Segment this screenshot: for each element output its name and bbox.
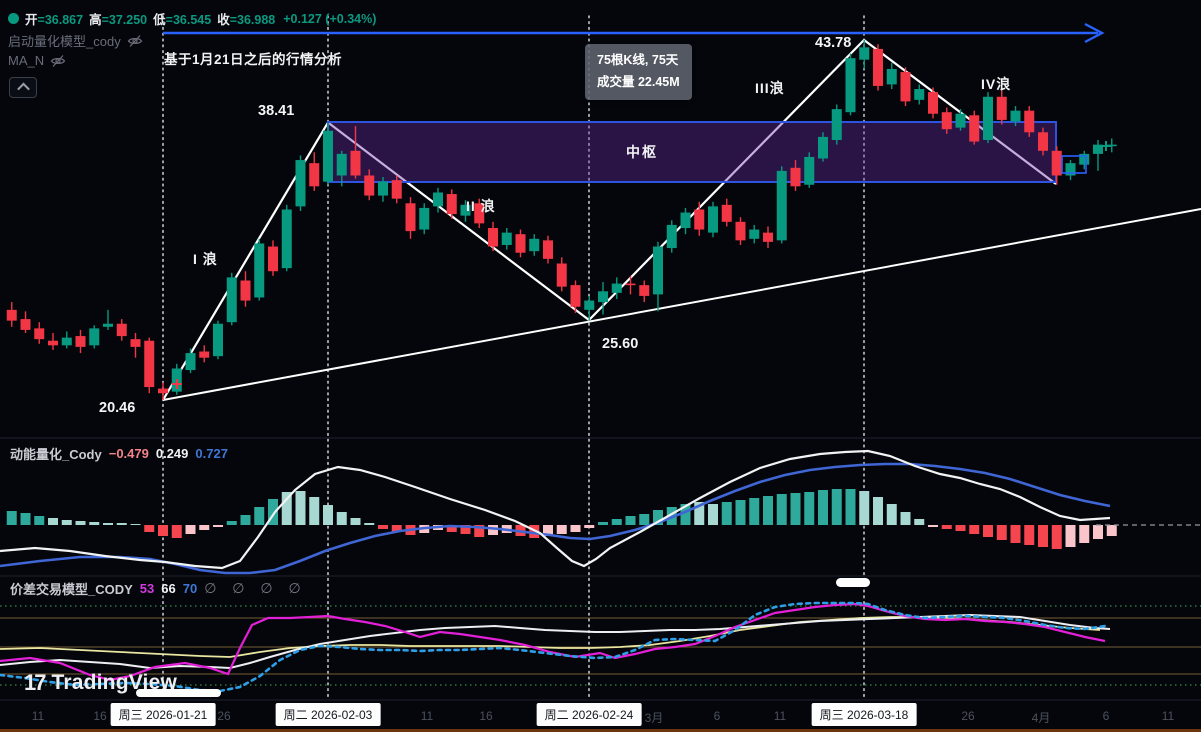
analysis-note[interactable]: 基于1月21日之后的行情分析	[164, 48, 342, 68]
ohlc-row: 开=36.867 高=37.250 低=36.545 收=36.988 +0.1…	[8, 9, 376, 28]
chart-canvas[interactable]	[0, 0, 1201, 732]
indicator-startup-model-label: 启动量化模型_cody	[8, 31, 121, 50]
time-tick-label: 26	[961, 709, 974, 723]
visibility-off-icon[interactable]	[50, 54, 66, 68]
momentum-title: 动能量化_Cody	[10, 444, 102, 463]
price-label-38-41: 38.41	[258, 103, 294, 119]
time-tick-label: 16	[93, 709, 106, 723]
low-value: =36.545	[166, 13, 212, 27]
momentum-value-3: 0.727	[195, 446, 228, 461]
low-label: 低	[153, 13, 166, 27]
tradingview-logo-icon: 17	[24, 670, 44, 696]
momentum-value-1: −0.479	[109, 446, 149, 461]
price-label-43-78: 43.78	[815, 35, 851, 51]
change-value: +0.127 (+0.34%)	[283, 12, 376, 26]
spread-value-1: 53	[140, 581, 154, 596]
time-tick-label: 16	[479, 709, 492, 723]
candlestick-series	[7, 40, 1117, 400]
spread-value-3: 70	[183, 581, 197, 596]
indicator-row-startup-model[interactable]: 启动量化模型_cody	[8, 31, 143, 50]
session-date-box: 周二 2026-02-03	[276, 703, 381, 726]
tradingview-chart-window: 开=36.867 高=37.250 低=36.545 收=36.988 +0.1…	[0, 0, 1201, 732]
time-tick-label: 3月	[645, 709, 664, 726]
momentum-value-2: 0.249	[156, 446, 189, 461]
price-label-20-46: 20.46	[99, 400, 135, 416]
pivot-zone-label[interactable]: 中枢	[626, 142, 658, 162]
drawing-handle-pill[interactable]	[136, 689, 221, 697]
measure-tooltip-line2: 成交量 22.45M	[597, 72, 680, 94]
open-label: 开	[25, 13, 38, 27]
spread-empty-values: ∅ ∅ ∅ ∅	[204, 580, 306, 597]
spread-title: 价差交易模型_CODY	[10, 579, 133, 598]
momentum-pane-legend[interactable]: 动能量化_Cody −0.479 0.249 0.727	[10, 444, 228, 463]
time-tick-label: 11	[1162, 709, 1174, 723]
price-label-25-60: 25.60	[602, 336, 638, 352]
momentum-lines	[0, 451, 1110, 573]
high-label: 高	[89, 13, 102, 27]
time-tick-label: 4月	[1032, 709, 1051, 726]
symbol-legend: 开=36.867 高=37.250 低=36.545 收=36.988 +0.1…	[8, 9, 376, 28]
close-value: =36.988	[230, 13, 276, 27]
indicator-row-ma-n[interactable]: MA_N	[8, 53, 66, 68]
spread-value-2: 66	[161, 581, 175, 596]
session-date-box: 周三 2026-01-21	[111, 703, 216, 726]
time-tick-label: 11	[32, 709, 44, 723]
spread-pane-legend[interactable]: 价差交易模型_CODY 53 66 70 ∅ ∅ ∅ ∅	[10, 579, 307, 598]
symbol-status-dot	[8, 13, 19, 24]
wave-3-label[interactable]: III浪	[755, 78, 785, 98]
high-value: =37.250	[102, 13, 148, 27]
measure-tooltip: 75根K线, 75天 成交量 22.45M	[585, 44, 692, 100]
wave-4-label[interactable]: IV浪	[981, 74, 1011, 94]
measure-tooltip-line1: 75根K线, 75天	[597, 50, 680, 72]
session-date-box: 周二 2026-02-24	[537, 703, 642, 726]
time-tick-label: 6	[714, 709, 721, 723]
wave-2-label[interactable]: II 浪	[466, 196, 496, 216]
wave-1-label[interactable]: I 浪	[193, 249, 218, 269]
chevron-up-icon	[17, 83, 30, 96]
open-value: =36.867	[38, 13, 84, 27]
visibility-off-icon[interactable]	[127, 34, 143, 48]
indicator-ma-n-label: MA_N	[8, 53, 44, 68]
collapse-legend-button[interactable]	[9, 77, 37, 98]
time-tick-label: 6	[1103, 709, 1110, 723]
time-tick-label: 11	[421, 709, 433, 723]
time-tick-label: 26	[217, 709, 230, 723]
close-label: 收	[217, 13, 230, 27]
pane-dividers	[0, 438, 1201, 700]
session-date-box: 周三 2026-03-18	[812, 703, 917, 726]
time-tick-label: 11	[774, 709, 786, 723]
